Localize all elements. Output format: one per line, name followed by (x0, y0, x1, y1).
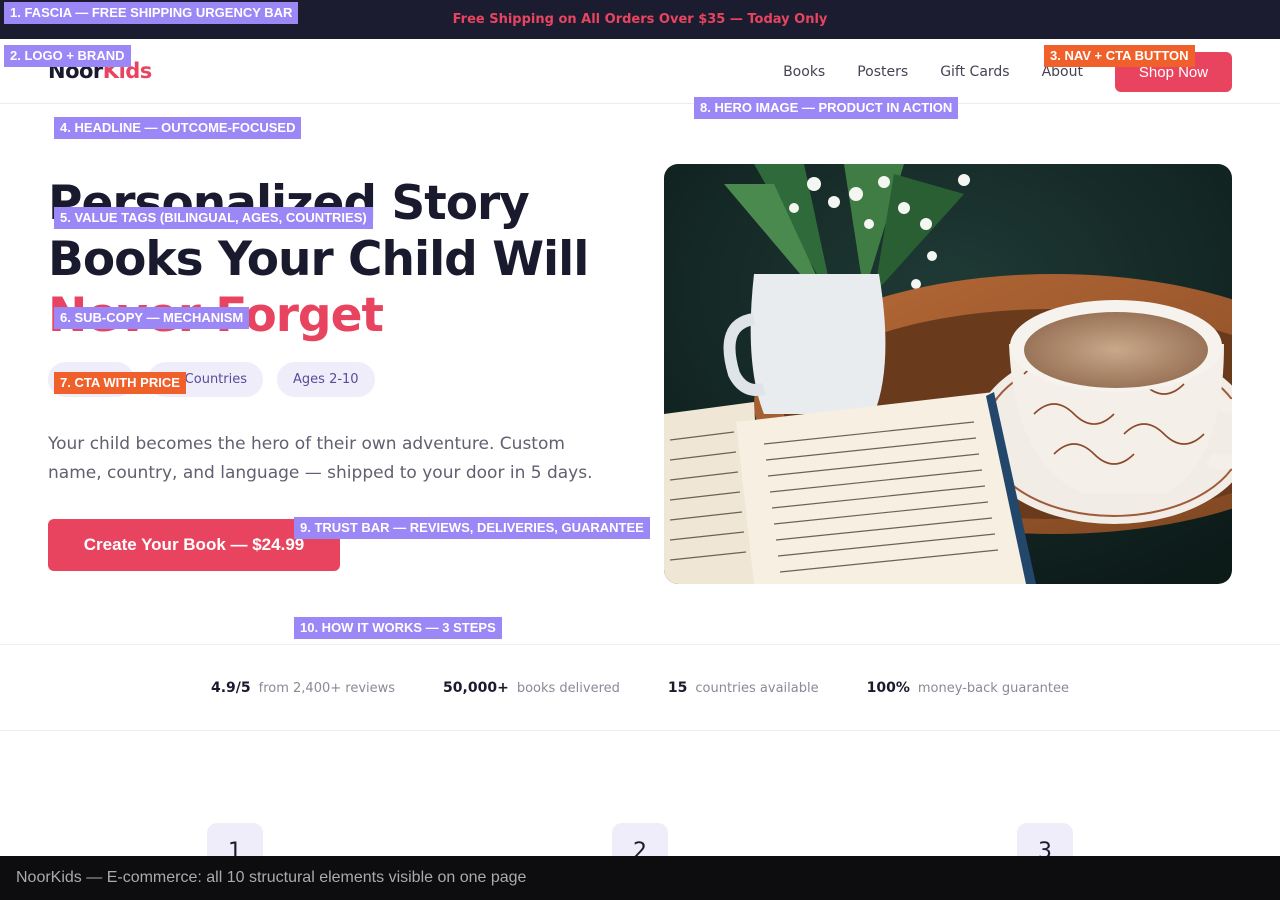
nav-link-posters[interactable]: Posters (857, 52, 908, 92)
annotation-label-2: 2. LOGO + BRAND (4, 45, 131, 67)
annotation-label-4: 4. HEADLINE — OUTCOME-FOCUSED (54, 117, 302, 139)
annotation-label-10: 10. HOW IT WORKS — 3 STEPS (294, 617, 502, 639)
nav-link-gift-cards[interactable]: Gift Cards (940, 52, 1009, 92)
trust-item-countries: 15 countries available (668, 680, 819, 696)
trust-bar: 4.9/5 from 2,400+ reviews 50,000+ books … (0, 644, 1280, 731)
annotation-label-7: 7. CTA WITH PRICE (54, 372, 186, 394)
trust-label: countries available (695, 680, 819, 696)
trust-item-guarantee: 100% money-back guarantee (867, 680, 1069, 696)
trust-value: 4.9/5 (210, 679, 251, 696)
annotation-label-9: 9. TRUST BAR — REVIEWS, DELIVERIES, GUAR… (294, 517, 650, 539)
trust-label: from 2,400+ reviews (258, 680, 396, 696)
caption-footer: NoorKids — E-commerce: all 10 structural… (0, 856, 1280, 900)
trust-item-reviews: 4.9/5 from 2,400+ reviews (211, 680, 395, 696)
hero-subcopy: Your child becomes the hero of their own… (48, 434, 593, 483)
annotation-label-1: 1. FASCIA — FREE SHIPPING URGENCY BAR (4, 2, 299, 24)
trust-item-deliveries: 50,000+ books delivered (443, 680, 620, 696)
value-tag-ages: Ages 2-10 (277, 362, 375, 397)
hero-image (664, 164, 1232, 584)
trust-value: 15 (667, 679, 688, 696)
trust-value: 100% (866, 679, 910, 696)
annotation-label-5: 5. VALUE TAGS (BILINGUAL, AGES, COUNTRIE… (54, 207, 373, 229)
headline-line-2: Books Your Child Will (48, 232, 589, 287)
annotation-label-6: 6. SUB-COPY — MECHANISM (54, 307, 250, 329)
shipping-urgency-text: Free Shipping on All Orders Over $35 — T… (452, 12, 828, 27)
trust-value: 50,000+ (443, 679, 509, 696)
annotation-label-3: 3. NAV + CTA BUTTON (1044, 45, 1195, 67)
nav-link-books[interactable]: Books (783, 52, 825, 92)
trust-label: books delivered (516, 680, 620, 696)
trust-label: money-back guarantee (917, 680, 1069, 696)
annotation-label-8: 8. HERO IMAGE — PRODUCT IN ACTION (694, 97, 959, 119)
hero-photo-illustration (664, 164, 1232, 584)
